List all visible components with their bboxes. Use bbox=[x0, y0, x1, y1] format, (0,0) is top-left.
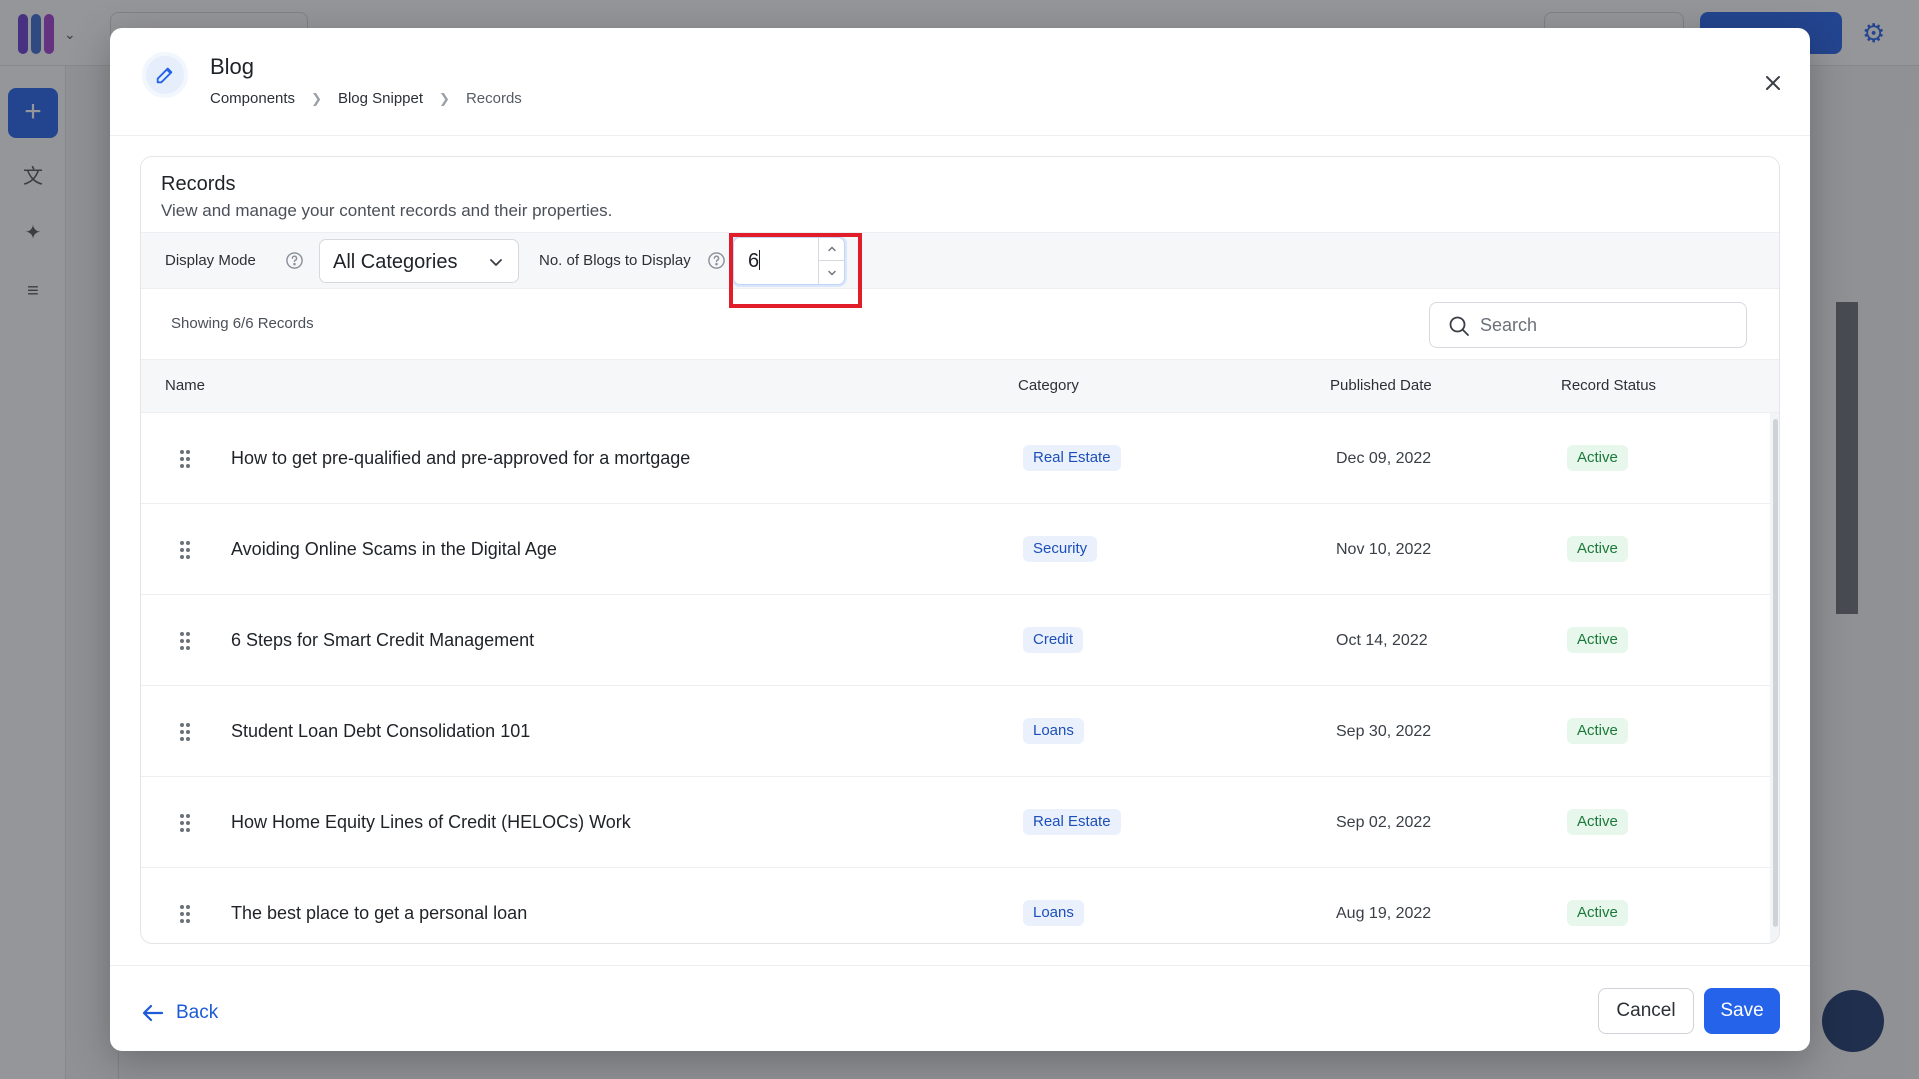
record-name: Avoiding Online Scams in the Digital Age bbox=[231, 539, 557, 559]
category-badge: Real Estate bbox=[1023, 445, 1121, 471]
record-name: 6 Steps for Smart Credit Management bbox=[231, 630, 535, 650]
table-row[interactable]: The best place to get a personal loan Lo… bbox=[141, 868, 1770, 943]
search-icon bbox=[1449, 316, 1469, 336]
published-date: Aug 19, 2022 bbox=[1336, 905, 1432, 922]
search-placeholder: Search bbox=[1480, 315, 1538, 335]
table-row[interactable]: Student Loan Debt Consolidation 101 Loan… bbox=[141, 686, 1770, 777]
status-badge: Active bbox=[1567, 900, 1628, 926]
cancel-button[interactable]: Cancel bbox=[1598, 988, 1694, 1034]
annotation-highlight bbox=[729, 233, 862, 308]
status-badge: Active bbox=[1567, 445, 1628, 471]
records-card: Records View and manage your content rec… bbox=[140, 156, 1780, 944]
modal-header: Blog Components ❯ Blog Snippet ❯ Records bbox=[110, 28, 1810, 136]
drag-handle-icon[interactable] bbox=[179, 449, 191, 469]
category-badge: Loans bbox=[1023, 718, 1084, 744]
published-date: Dec 09, 2022 bbox=[1336, 450, 1432, 467]
drag-handle-icon[interactable] bbox=[179, 631, 191, 651]
back-button[interactable]: Back bbox=[142, 1002, 218, 1024]
drag-handle-icon[interactable] bbox=[179, 904, 191, 924]
help-icon[interactable] bbox=[707, 251, 726, 270]
modal-footer: Back Cancel Save bbox=[110, 965, 1810, 1051]
published-date: Oct 14, 2022 bbox=[1336, 632, 1428, 649]
save-button[interactable]: Save bbox=[1704, 988, 1780, 1034]
table-row[interactable]: Avoiding Online Scams in the Digital Age… bbox=[141, 504, 1770, 595]
column-header-record-status[interactable]: Record Status bbox=[1561, 377, 1656, 394]
table-row[interactable]: How Home Equity Lines of Credit (HELOCs)… bbox=[141, 777, 1770, 868]
records-modal: Blog Components ❯ Blog Snippet ❯ Records… bbox=[110, 28, 1810, 1051]
help-icon[interactable] bbox=[285, 251, 304, 270]
record-name: How Home Equity Lines of Credit (HELOCs)… bbox=[231, 812, 631, 832]
status-badge: Active bbox=[1567, 536, 1628, 562]
category-badge: Loans bbox=[1023, 900, 1084, 926]
card-title: Records bbox=[161, 173, 236, 195]
settings-toolbar: Display Mode All Categories No. of Blogs… bbox=[141, 232, 1779, 308]
chevron-down-icon bbox=[490, 259, 502, 266]
table-header: Name Category Published Date Record Stat… bbox=[141, 359, 1779, 413]
table-scrollbar[interactable] bbox=[1770, 413, 1779, 943]
search-input[interactable]: Search bbox=[1429, 302, 1747, 348]
table-row[interactable]: 6 Steps for Smart Credit Management Cred… bbox=[141, 595, 1770, 686]
status-badge: Active bbox=[1567, 809, 1628, 835]
record-name: Student Loan Debt Consolidation 101 bbox=[231, 721, 531, 741]
published-date: Nov 10, 2022 bbox=[1336, 541, 1432, 558]
record-name: The best place to get a personal loan bbox=[231, 903, 528, 923]
category-badge: Credit bbox=[1023, 627, 1084, 653]
breadcrumb: Components ❯ Blog Snippet ❯ Records bbox=[210, 90, 522, 107]
display-mode-select[interactable]: All Categories bbox=[319, 239, 519, 283]
column-header-published-date[interactable]: Published Date bbox=[1330, 377, 1432, 394]
record-name: How to get pre-qualified and pre-approve… bbox=[231, 448, 691, 468]
drag-handle-icon[interactable] bbox=[179, 540, 191, 560]
breadcrumb-item-records: Records bbox=[465, 90, 522, 107]
chevron-right-icon: ❯ bbox=[311, 90, 322, 106]
published-date: Sep 30, 2022 bbox=[1336, 723, 1432, 740]
breadcrumb-item-components[interactable]: Components bbox=[210, 90, 295, 107]
blogs-count-label: No. of Blogs to Display bbox=[539, 252, 691, 269]
published-date: Sep 02, 2022 bbox=[1336, 814, 1432, 831]
table-row[interactable]: How to get pre-qualified and pre-approve… bbox=[141, 413, 1770, 504]
chevron-right-icon: ❯ bbox=[439, 90, 450, 106]
modal-title: Blog bbox=[210, 54, 255, 79]
display-mode-value: All Categories bbox=[333, 251, 458, 273]
column-header-category[interactable]: Category bbox=[1018, 377, 1079, 394]
drag-handle-icon[interactable] bbox=[179, 722, 191, 742]
column-header-name[interactable]: Name bbox=[165, 377, 205, 394]
category-badge: Real Estate bbox=[1023, 809, 1121, 835]
breadcrumb-item-blog-snippet[interactable]: Blog Snippet bbox=[338, 90, 423, 107]
category-badge: Security bbox=[1023, 536, 1098, 562]
scrollbar-thumb[interactable] bbox=[1773, 419, 1778, 927]
status-badge: Active bbox=[1567, 627, 1628, 653]
display-mode-label: Display Mode bbox=[165, 252, 256, 269]
table-body: How to get pre-qualified and pre-approve… bbox=[141, 413, 1770, 943]
card-description: View and manage your content records and… bbox=[161, 201, 613, 220]
status-badge: Active bbox=[1567, 718, 1628, 744]
close-icon bbox=[1766, 76, 1780, 90]
drag-handle-icon[interactable] bbox=[179, 813, 191, 833]
close-button[interactable] bbox=[1758, 68, 1788, 98]
arrow-left-icon bbox=[142, 1004, 164, 1022]
back-label: Back bbox=[176, 1002, 219, 1023]
pencil-icon bbox=[142, 52, 188, 98]
records-count: Showing 6/6 Records bbox=[171, 315, 314, 332]
